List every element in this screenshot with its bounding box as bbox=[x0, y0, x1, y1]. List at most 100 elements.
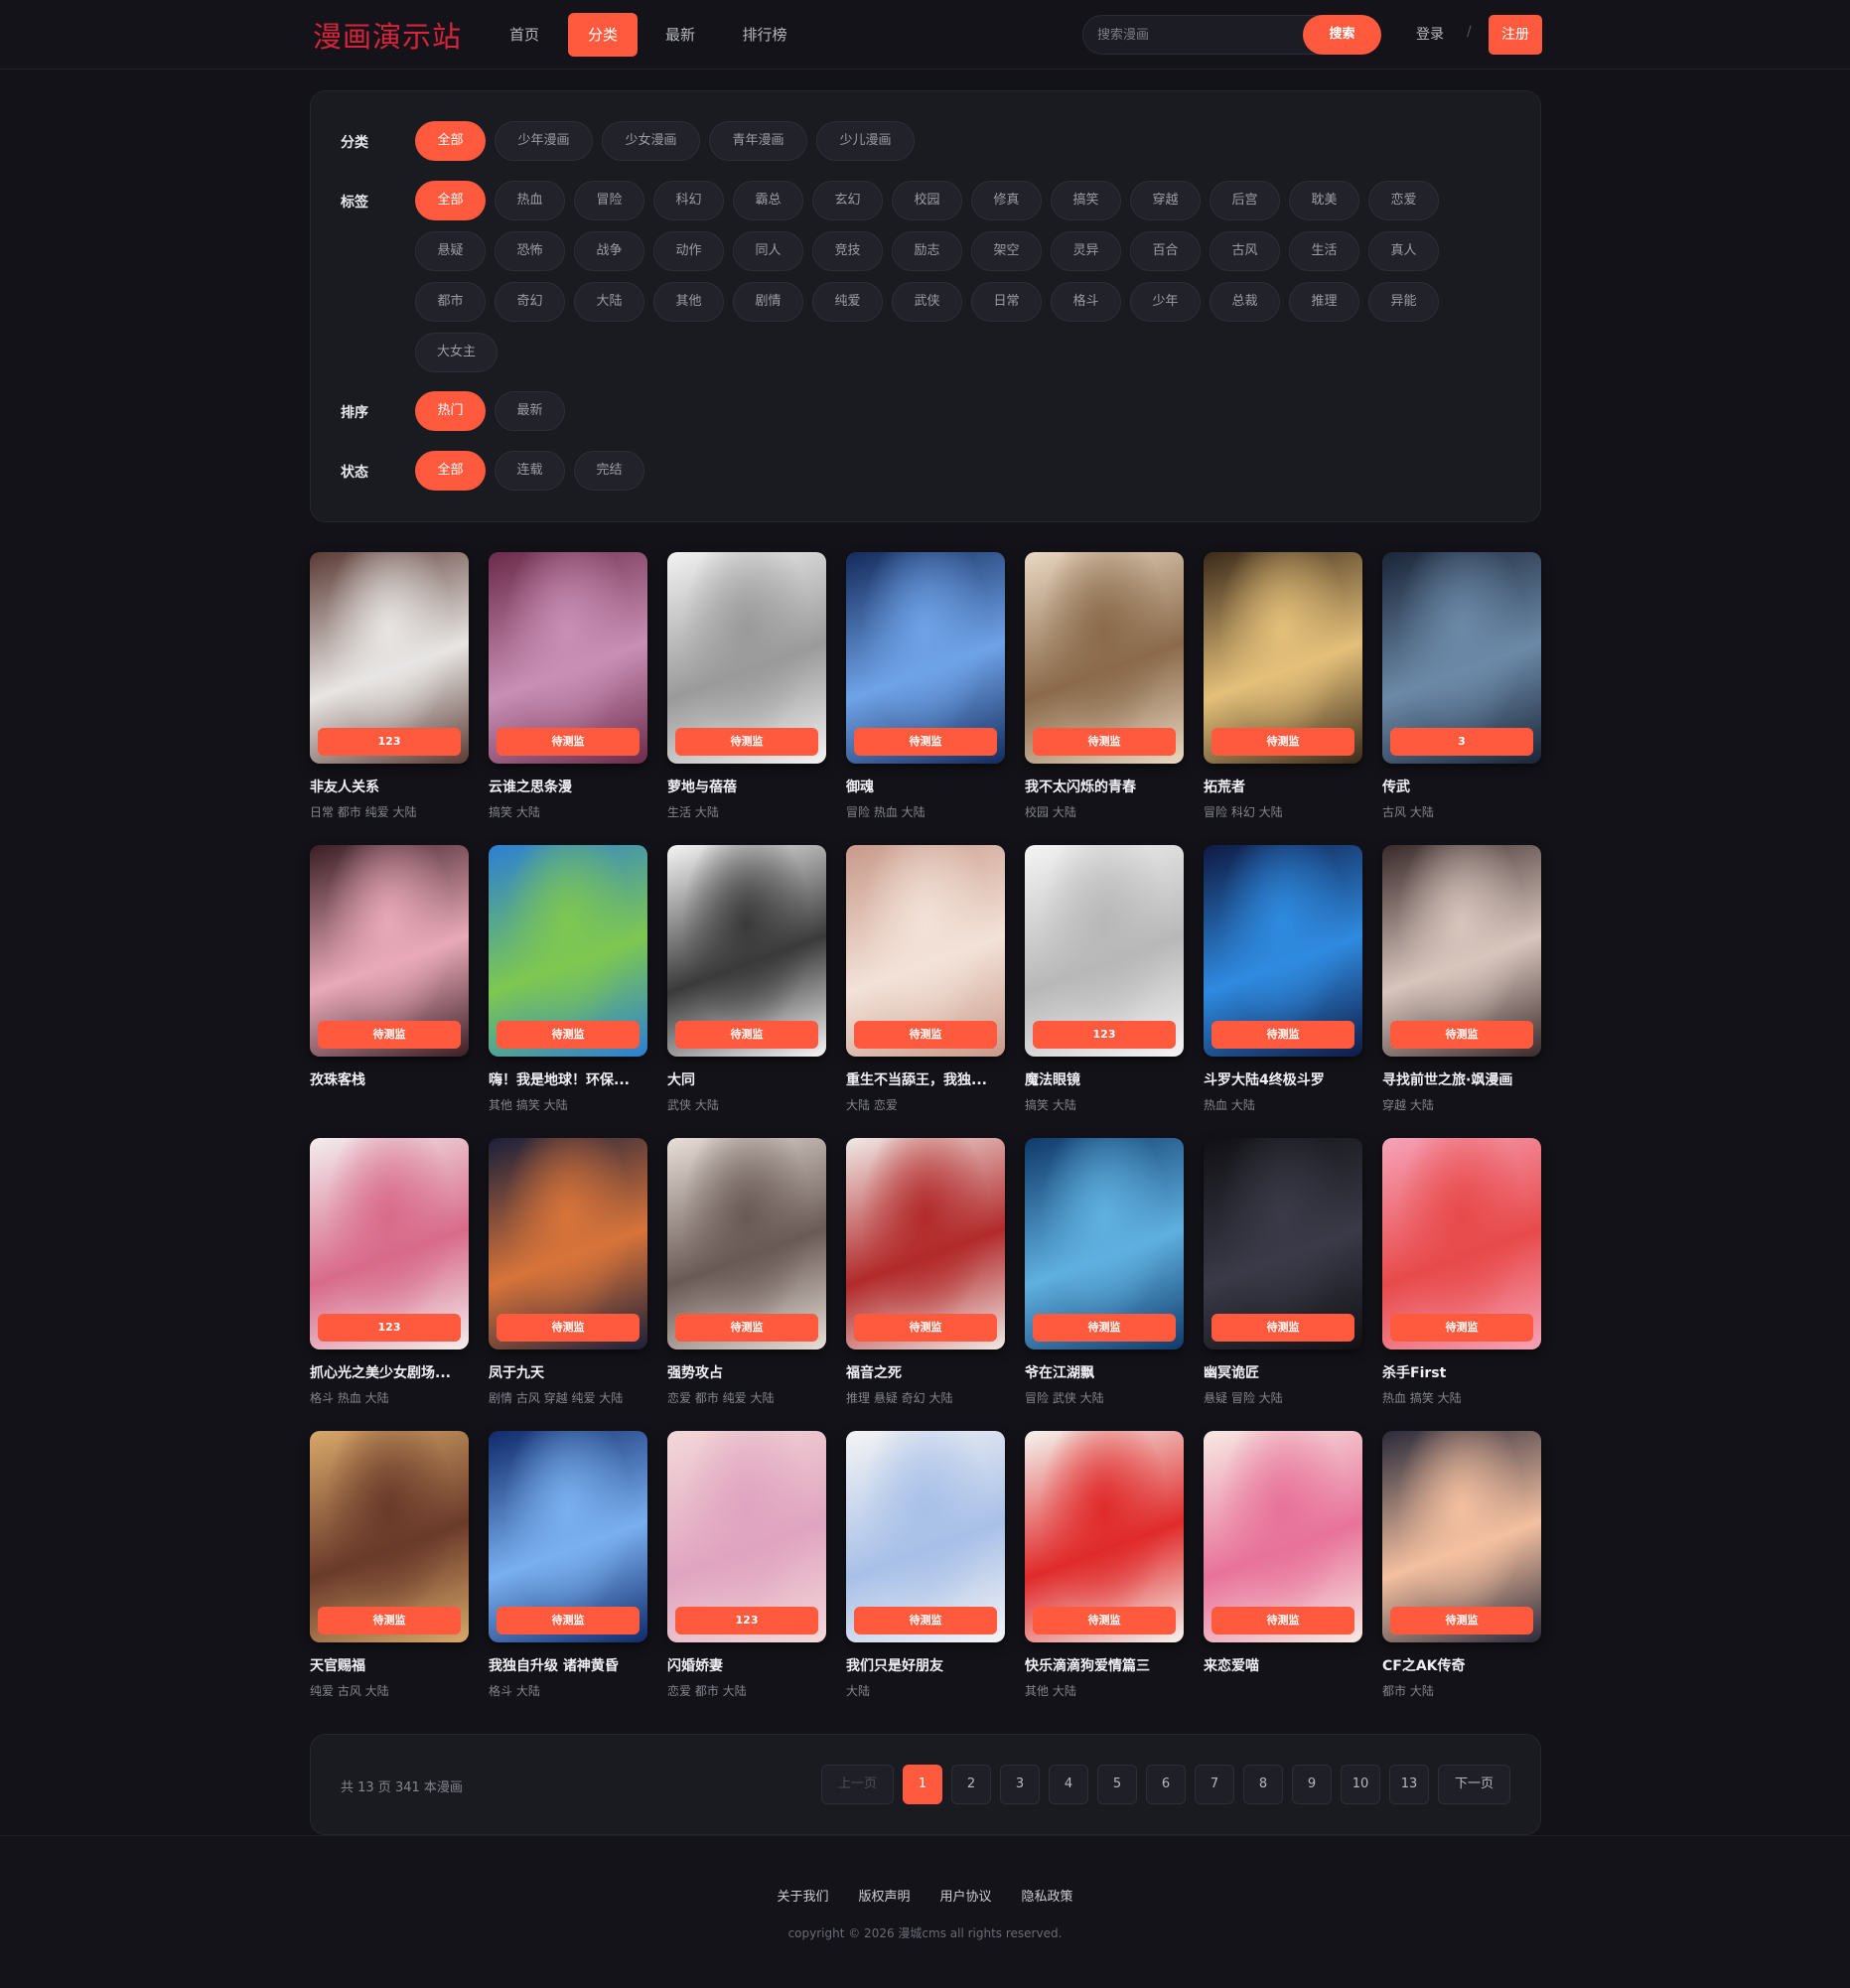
comic-cover[interactable]: 待测监 bbox=[1204, 552, 1362, 764]
comic-title[interactable]: 我们只是好朋友 bbox=[846, 1655, 1005, 1675]
category-chip[interactable]: 少女漫画 bbox=[602, 121, 700, 161]
tag-chip[interactable]: 推理 bbox=[1289, 282, 1359, 322]
status-chip[interactable]: 完结 bbox=[574, 451, 644, 491]
tag-chip[interactable]: 纯爱 bbox=[812, 282, 883, 322]
comic-title[interactable]: 强势攻占 bbox=[667, 1362, 826, 1382]
comic-title[interactable]: 重生不当舔王，我独... bbox=[846, 1069, 1005, 1089]
comic-title[interactable]: 快乐滴滴狗爱情篇三 bbox=[1025, 1655, 1184, 1675]
tag-chip[interactable]: 少年 bbox=[1130, 282, 1201, 322]
site-logo[interactable]: 漫画演示站 bbox=[313, 14, 462, 56]
tag-chip[interactable]: 其他 bbox=[653, 282, 724, 322]
comic-card[interactable]: 待测监 萝地与蓓蓓 生活 大陆 bbox=[667, 552, 826, 819]
tag-chip[interactable]: 战争 bbox=[574, 231, 644, 271]
page-button[interactable]: 13 bbox=[1389, 1765, 1429, 1804]
search-input[interactable] bbox=[1097, 16, 1256, 54]
nav-home[interactable]: 首页 bbox=[489, 13, 560, 57]
tag-chip[interactable]: 搞笑 bbox=[1051, 181, 1121, 220]
comic-card[interactable]: 待测监 我们只是好朋友 大陆 bbox=[846, 1431, 1005, 1698]
comic-card[interactable]: 123 魔法眼镜 搞笑 大陆 bbox=[1025, 845, 1184, 1112]
comic-title[interactable]: 我不太闪烁的青春 bbox=[1025, 777, 1184, 796]
comic-cover[interactable]: 123 bbox=[667, 1431, 826, 1642]
tag-chip[interactable]: 修真 bbox=[971, 181, 1042, 220]
comic-cover[interactable]: 待测监 bbox=[489, 845, 647, 1057]
comic-card[interactable]: 待测监 杀手First 热血 搞笑 大陆 bbox=[1382, 1138, 1541, 1405]
register-button[interactable]: 注册 bbox=[1489, 15, 1542, 55]
comic-card[interactable]: 待测监 斗罗大陆4终极斗罗 热血 大陆 bbox=[1204, 845, 1362, 1112]
comic-cover[interactable]: 待测监 bbox=[310, 845, 469, 1057]
footer-link[interactable]: 关于我们 bbox=[777, 1886, 828, 1905]
tag-chip[interactable]: 励志 bbox=[892, 231, 962, 271]
page-button[interactable]: 9 bbox=[1292, 1765, 1332, 1804]
comic-title[interactable]: 福音之死 bbox=[846, 1362, 1005, 1382]
comic-cover[interactable]: 3 bbox=[1382, 552, 1541, 764]
category-chip[interactable]: 全部 bbox=[415, 121, 486, 161]
comic-title[interactable]: 孜珠客栈 bbox=[310, 1069, 469, 1089]
tag-chip[interactable]: 奇幻 bbox=[495, 282, 565, 322]
tag-chip[interactable]: 校园 bbox=[892, 181, 962, 220]
comic-card[interactable]: 待测监 云谁之思条漫 搞笑 大陆 bbox=[489, 552, 647, 819]
comic-cover[interactable]: 待测监 bbox=[1204, 1431, 1362, 1642]
nav-ranking[interactable]: 排行榜 bbox=[723, 13, 806, 57]
comic-title[interactable]: 凤于九天 bbox=[489, 1362, 647, 1382]
comic-title[interactable]: 嗨！我是地球！环保... bbox=[489, 1069, 647, 1089]
tag-chip[interactable]: 后宫 bbox=[1210, 181, 1280, 220]
tag-chip[interactable]: 恋爱 bbox=[1368, 181, 1439, 220]
comic-card[interactable]: 待测监 CF之AK传奇 都市 大陆 bbox=[1382, 1431, 1541, 1698]
tag-chip[interactable]: 大陆 bbox=[574, 282, 644, 322]
comic-card[interactable]: 123 抓心光之美少女剧场... 格斗 热血 大陆 bbox=[310, 1138, 469, 1405]
tag-chip[interactable]: 全部 bbox=[415, 181, 486, 220]
comic-card[interactable]: 待测监 幽冥诡匠 悬疑 冒险 大陆 bbox=[1204, 1138, 1362, 1405]
category-chip[interactable]: 少儿漫画 bbox=[816, 121, 915, 161]
page-button[interactable]: 7 bbox=[1195, 1765, 1234, 1804]
comic-card[interactable]: 待测监 快乐滴滴狗爱情篇三 其他 大陆 bbox=[1025, 1431, 1184, 1698]
comic-cover[interactable]: 待测监 bbox=[489, 1138, 647, 1349]
tag-chip[interactable]: 真人 bbox=[1368, 231, 1439, 271]
footer-link[interactable]: 版权声明 bbox=[858, 1886, 910, 1905]
tag-chip[interactable]: 灵异 bbox=[1051, 231, 1121, 271]
comic-title[interactable]: 云谁之思条漫 bbox=[489, 777, 647, 796]
prev-page-button[interactable]: 上一页 bbox=[821, 1765, 894, 1804]
tag-chip[interactable]: 总裁 bbox=[1210, 282, 1280, 322]
footer-link[interactable]: 隐私政策 bbox=[1022, 1886, 1073, 1905]
comic-cover[interactable]: 待测监 bbox=[489, 1431, 647, 1642]
comic-card[interactable]: 待测监 寻找前世之旅·飒漫画 穿越 大陆 bbox=[1382, 845, 1541, 1112]
sort-chip[interactable]: 最新 bbox=[495, 391, 565, 431]
tag-chip[interactable]: 格斗 bbox=[1051, 282, 1121, 322]
comic-title[interactable]: 萝地与蓓蓓 bbox=[667, 777, 826, 796]
comic-title[interactable]: 传武 bbox=[1382, 777, 1541, 796]
login-link[interactable]: 登录 bbox=[1416, 24, 1444, 44]
tag-chip[interactable]: 悬疑 bbox=[415, 231, 486, 271]
comic-title[interactable]: CF之AK传奇 bbox=[1382, 1655, 1541, 1675]
comic-cover[interactable]: 待测监 bbox=[846, 845, 1005, 1057]
comic-cover[interactable]: 待测监 bbox=[489, 552, 647, 764]
tag-chip[interactable]: 异能 bbox=[1368, 282, 1439, 322]
comic-card[interactable]: 待测监 来恋爱喵 bbox=[1204, 1431, 1362, 1674]
comic-cover[interactable]: 待测监 bbox=[1382, 845, 1541, 1057]
comic-card[interactable]: 待测监 我不太闪烁的青春 校园 大陆 bbox=[1025, 552, 1184, 819]
search-button[interactable]: 搜索 bbox=[1303, 15, 1381, 55]
comic-title[interactable]: 大同 bbox=[667, 1069, 826, 1089]
page-button[interactable]: 3 bbox=[1000, 1765, 1040, 1804]
comic-title[interactable]: 寻找前世之旅·飒漫画 bbox=[1382, 1069, 1541, 1089]
tag-chip[interactable]: 生活 bbox=[1289, 231, 1359, 271]
tag-chip[interactable]: 大女主 bbox=[415, 333, 498, 372]
comic-cover[interactable]: 待测监 bbox=[846, 1431, 1005, 1642]
comic-cover[interactable]: 待测监 bbox=[846, 552, 1005, 764]
comic-card[interactable]: 待测监 御魂 冒险 热血 大陆 bbox=[846, 552, 1005, 819]
comic-title[interactable]: 御魂 bbox=[846, 777, 1005, 796]
comic-cover[interactable]: 待测监 bbox=[1204, 845, 1362, 1057]
tag-chip[interactable]: 冒险 bbox=[574, 181, 644, 220]
comic-cover[interactable]: 123 bbox=[310, 552, 469, 764]
comic-cover[interactable]: 待测监 bbox=[1025, 552, 1184, 764]
comic-card[interactable]: 待测监 爷在江湖飘 冒险 武侠 大陆 bbox=[1025, 1138, 1184, 1405]
tag-chip[interactable]: 剧情 bbox=[733, 282, 803, 322]
comic-title[interactable]: 我独自升级 诸神黄昏 bbox=[489, 1655, 647, 1675]
comic-cover[interactable]: 待测监 bbox=[1025, 1138, 1184, 1349]
comic-cover[interactable]: 待测监 bbox=[667, 552, 826, 764]
category-chip[interactable]: 青年漫画 bbox=[709, 121, 807, 161]
tag-chip[interactable]: 百合 bbox=[1130, 231, 1201, 271]
comic-title[interactable]: 闪婚娇妻 bbox=[667, 1655, 826, 1675]
comic-cover[interactable]: 待测监 bbox=[1382, 1138, 1541, 1349]
page-button[interactable]: 2 bbox=[951, 1765, 991, 1804]
tag-chip[interactable]: 竞技 bbox=[812, 231, 883, 271]
